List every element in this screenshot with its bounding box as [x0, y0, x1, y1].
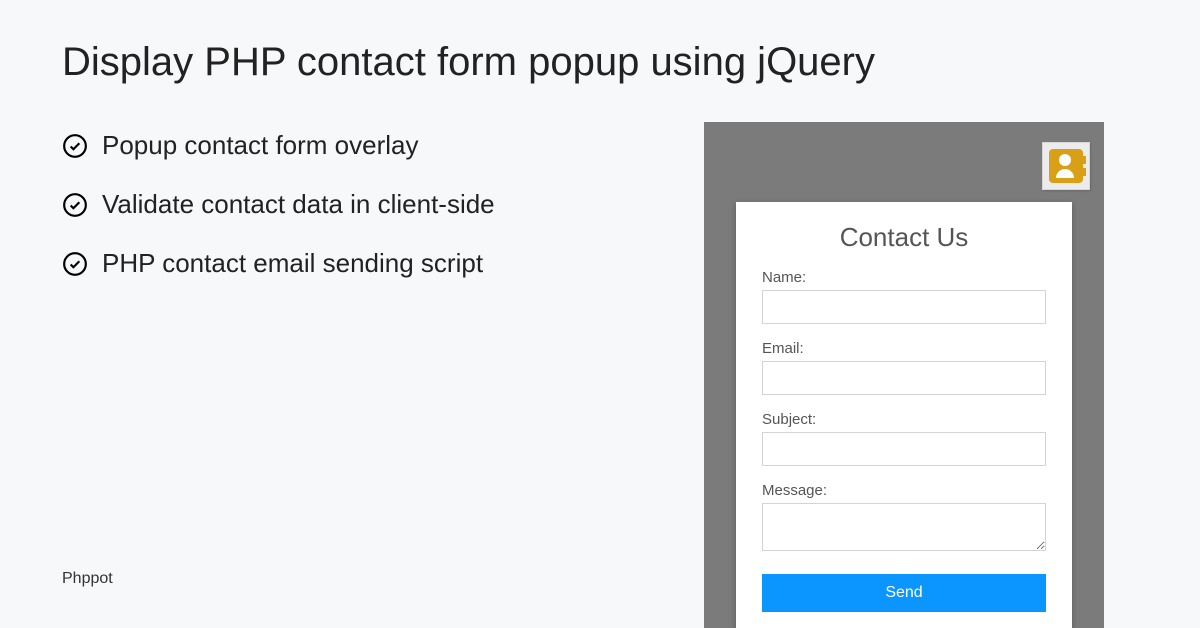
check-circle-icon [62, 192, 88, 218]
feature-list: Popup contact form overlay Validate cont… [62, 130, 495, 307]
open-contact-button[interactable] [1042, 142, 1090, 190]
address-book-icon [1049, 149, 1083, 183]
message-textarea[interactable] [762, 503, 1046, 551]
contact-popup: Contact Us Name: Email: Subject: Message… [736, 202, 1072, 628]
brand-footer: Phppot [62, 570, 113, 588]
send-button[interactable]: Send [762, 574, 1046, 612]
feature-text: PHP contact email sending script [102, 248, 483, 279]
preview-overlay: Contact Us Name: Email: Subject: Message… [704, 122, 1104, 628]
feature-text: Validate contact data in client-side [102, 189, 495, 220]
name-label: Name: [762, 269, 1046, 286]
check-circle-icon [62, 133, 88, 159]
feature-item: PHP contact email sending script [62, 248, 495, 279]
email-label: Email: [762, 340, 1046, 357]
name-input[interactable] [762, 290, 1046, 324]
subject-input[interactable] [762, 432, 1046, 466]
message-label: Message: [762, 482, 1046, 499]
page-title: Display PHP contact form popup using jQu… [62, 40, 875, 85]
feature-text: Popup contact form overlay [102, 130, 419, 161]
email-input[interactable] [762, 361, 1046, 395]
feature-item: Popup contact form overlay [62, 130, 495, 161]
feature-item: Validate contact data in client-side [62, 189, 495, 220]
check-circle-icon [62, 251, 88, 277]
popup-heading: Contact Us [762, 222, 1046, 253]
subject-label: Subject: [762, 411, 1046, 428]
